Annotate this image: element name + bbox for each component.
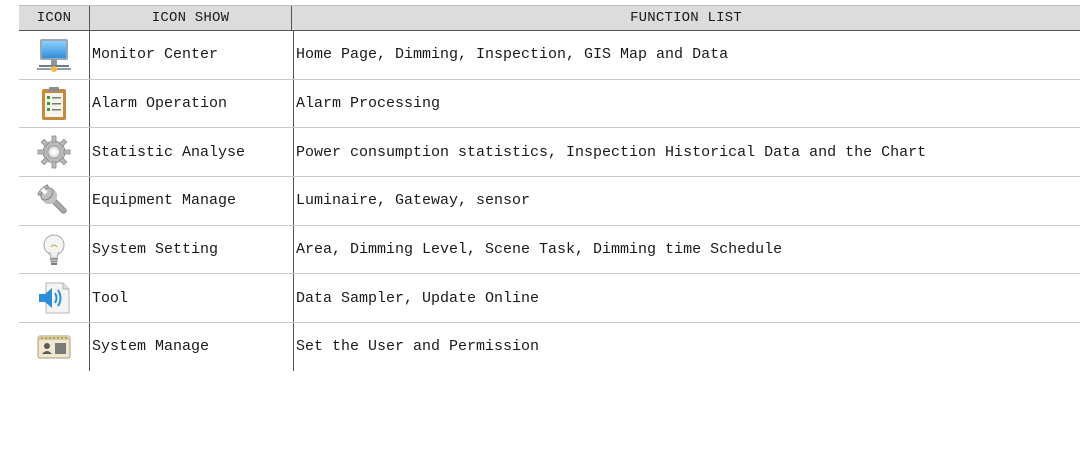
- row-icon-show: System Manage: [90, 323, 294, 371]
- row-function-list: Home Page, Dimming, Inspection, GIS Map …: [296, 46, 729, 64]
- table-row: Monitor Center Home Page, Dimming, Inspe…: [19, 31, 1080, 80]
- header-function-list: FUNCTION LIST: [630, 10, 742, 26]
- row-icon-show: Statistic Analyse: [90, 128, 294, 177]
- table-row: Statistic Analyse Power consumption stat…: [19, 128, 1080, 178]
- header-icon-show: ICON SHOW: [90, 6, 292, 30]
- table-row: System Setting Area, Dimming Level, Scen…: [19, 225, 1080, 275]
- table-header: ICON ICON SHOW FUNCTION LIST: [19, 5, 1080, 31]
- row-function-list: Area, Dimming Level, Scene Task, Dimming…: [296, 241, 783, 259]
- row-icon-show: Alarm Operation: [90, 79, 294, 128]
- table-row: Alarm Operation Alarm Processing: [19, 79, 1080, 129]
- table-row: Equipment Manage Luminaire, Gateway, sen…: [19, 177, 1080, 226]
- monitor-icon: [37, 38, 71, 72]
- row-function-list: Alarm Processing: [296, 95, 441, 113]
- table-row: Tool Data Sampler, Update Online: [19, 274, 1080, 324]
- gear-icon: [37, 135, 71, 169]
- table-row: System Manage Set the User and Permissio…: [19, 323, 1080, 371]
- row-icon-show: Monitor Center: [90, 31, 294, 79]
- row-function-list: Data Sampler, Update Online: [296, 289, 540, 307]
- speaker-icon: [39, 282, 70, 314]
- header-icon: ICON: [19, 6, 90, 30]
- user-card-icon: [37, 335, 71, 359]
- row-icon-show: System Setting: [90, 225, 294, 274]
- row-function-list: Luminaire, Gateway, sensor: [296, 192, 531, 210]
- wrench-icon: [37, 184, 67, 214]
- lightbulb-icon: [43, 234, 65, 265]
- function-table: ICON ICON SHOW FUNCTION LIST Monitor Cen…: [19, 5, 1080, 371]
- clipboard-checklist-icon: [42, 86, 66, 120]
- row-function-list: Set the User and Permission: [296, 338, 540, 356]
- row-function-list: Power consumption statistics, Inspection…: [296, 143, 927, 161]
- row-icon-show: Equipment Manage: [90, 177, 294, 225]
- row-icon-show: Tool: [90, 274, 294, 323]
